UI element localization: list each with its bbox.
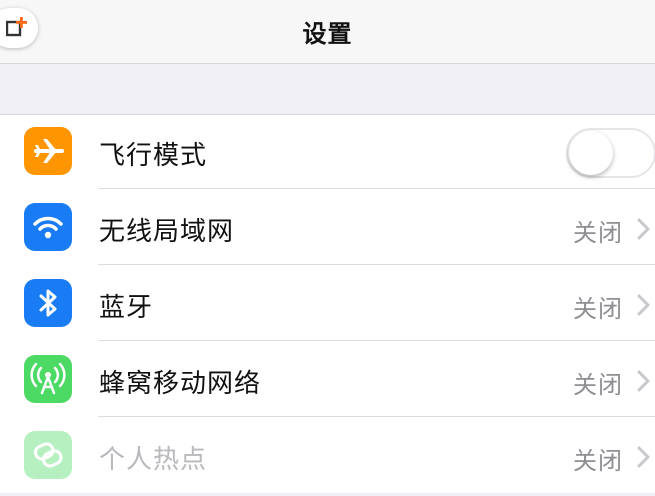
- cellular-antenna-icon: [24, 355, 72, 403]
- settings-row-airplane-mode[interactable]: 飞行模式: [0, 115, 655, 189]
- hotspot-link-icon: [24, 431, 72, 479]
- chevron-right-icon: [637, 294, 650, 316]
- airplane-mode-toggle[interactable]: [566, 128, 655, 178]
- airplane-icon: [24, 127, 72, 175]
- page-title: 设置: [302, 20, 353, 48]
- bluetooth-icon: [24, 279, 72, 327]
- status-value: 关闭: [573, 371, 623, 399]
- status-value: 关闭: [573, 219, 623, 247]
- settings-row-label: 无线局域网: [99, 217, 235, 247]
- settings-row-bluetooth[interactable]: 蓝牙 关闭: [0, 265, 655, 341]
- settings-row-cellular[interactable]: 蜂窝移动网络 关闭: [0, 341, 655, 417]
- settings-row-label: 蜂窝移动网络: [99, 369, 262, 399]
- chevron-right-icon: [637, 370, 650, 392]
- navigation-bar: 设置: [0, 0, 655, 64]
- settings-row-personal-hotspot[interactable]: 个人热点 关闭: [0, 417, 655, 493]
- settings-list: 飞行模式 无线局域网 关闭 蓝牙 关闭 蜂窝移动网络 关闭 个人热点 关闭: [0, 114, 655, 493]
- status-value: 关闭: [573, 447, 623, 475]
- chevron-right-icon: [637, 446, 650, 468]
- add-window-icon: [6, 17, 27, 37]
- wifi-icon: [24, 203, 72, 251]
- settings-row-label: 蓝牙: [99, 293, 154, 323]
- chevron-right-icon: [637, 218, 650, 240]
- settings-row-label: 飞行模式: [99, 141, 208, 171]
- settings-row-wifi[interactable]: 无线局域网 关闭: [0, 189, 655, 265]
- settings-row-label: 个人热点: [99, 445, 208, 475]
- status-value: 关闭: [573, 295, 623, 323]
- toggle-knob: [569, 131, 613, 175]
